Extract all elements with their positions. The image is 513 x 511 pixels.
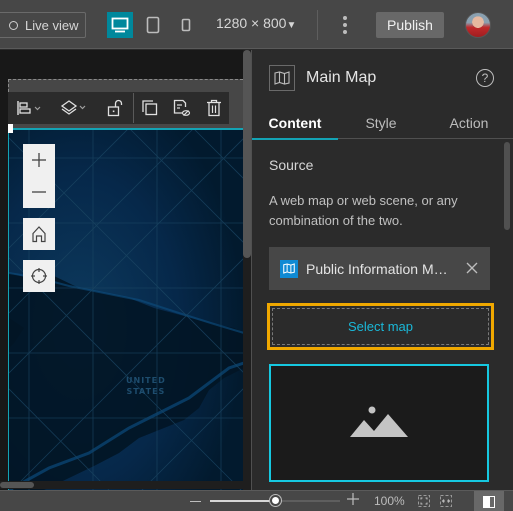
resolution-value: 1280 × 800 [216, 15, 287, 31]
detach-icon [174, 99, 191, 116]
layer-order-button[interactable] [51, 92, 97, 124]
panel-title: Main Map [306, 69, 377, 86]
map-thumbnail-placeholder [269, 364, 489, 482]
plus-icon [347, 493, 359, 505]
user-avatar[interactable] [465, 12, 491, 38]
bottom-bar: 100% [0, 490, 513, 511]
divider [317, 10, 318, 40]
toggle-panel-button[interactable] [474, 491, 504, 511]
tab-style[interactable]: Style [338, 107, 424, 139]
scrollbar-thumb[interactable] [243, 50, 251, 258]
map-zoom-in-button[interactable] [23, 144, 55, 176]
source-section-title: Source [269, 157, 314, 173]
fit-to-screen-button[interactable] [418, 494, 430, 507]
canvas-area: UNITED STATES [0, 50, 251, 490]
zoom-slider[interactable] [210, 495, 340, 507]
minus-icon [32, 191, 46, 193]
align-icon [17, 101, 41, 115]
map-label-line: STATES [126, 387, 166, 396]
source-description: A web map or web scene, or any combinati… [269, 193, 458, 228]
device-desktop-button[interactable] [107, 12, 133, 38]
lock-button[interactable] [97, 92, 133, 124]
remove-source-button[interactable] [464, 260, 480, 276]
trash-icon [206, 99, 221, 117]
help-icon[interactable]: ? [476, 69, 494, 87]
resolution-dropdown[interactable]: 1280 × 800▼ [216, 15, 296, 31]
panel-tabs: Content Style Action [252, 107, 513, 140]
map-home-button[interactable] [23, 218, 55, 250]
canvas-horizontal-scrollbar[interactable] [0, 481, 243, 489]
dot [343, 30, 347, 34]
settings-panel: Main Map ? Content Style Action Source A… [251, 50, 513, 490]
panel-scrollbar[interactable] [504, 142, 510, 230]
widget-type-icon [269, 65, 295, 91]
minus-icon [189, 500, 201, 502]
map-label-line: UNITED [126, 376, 166, 385]
fit-width-button[interactable] [440, 494, 452, 507]
tablet-icon [146, 16, 160, 34]
map-label-united-states: UNITED STATES [126, 375, 166, 397]
map-icon [274, 71, 290, 85]
align-button[interactable] [8, 92, 51, 124]
tab-content[interactable]: Content [252, 107, 338, 140]
device-phone-button[interactable] [173, 12, 199, 38]
selection-outline [8, 128, 243, 130]
slider-knob[interactable] [270, 495, 281, 506]
fit-screen-icon [418, 495, 430, 507]
zoom-in-button[interactable] [346, 493, 360, 509]
home-icon [32, 226, 46, 243]
tab-action[interactable]: Action [424, 107, 513, 139]
duplicate-icon [142, 100, 158, 116]
map-locate-button[interactable] [23, 260, 55, 292]
panel-header: Main Map ? [252, 50, 513, 105]
radio-circle-icon [9, 20, 18, 30]
caret-down-icon: ▼ [286, 20, 297, 31]
map-zoom-out-button[interactable] [23, 176, 55, 208]
resize-handle[interactable] [8, 123, 13, 133]
locate-crosshair-icon [31, 268, 47, 284]
layers-icon [60, 100, 86, 115]
selected-source-item[interactable]: Public Information M… [269, 247, 490, 290]
device-tablet-button[interactable] [140, 12, 166, 38]
unlock-icon [107, 99, 122, 117]
top-bar: Live view 1280 × 800▼ Publish [0, 0, 513, 49]
plus-icon [32, 153, 46, 167]
delete-button[interactable] [199, 92, 229, 124]
live-view-toggle[interactable]: Live view [0, 12, 86, 38]
duplicate-button[interactable] [134, 92, 166, 124]
source-item-name: Public Information M… [306, 260, 448, 277]
panel-layout-icon [483, 495, 495, 508]
fit-width-icon [440, 495, 452, 507]
publish-button[interactable]: Publish [376, 12, 444, 38]
dot [343, 23, 347, 27]
desktop-icon [111, 17, 129, 33]
scrollbar-thumb[interactable] [0, 482, 34, 488]
select-map-label: Select map [347, 319, 414, 334]
dot [343, 16, 347, 20]
widget-toolbar [8, 92, 229, 124]
close-icon [466, 262, 478, 274]
slider-fill [210, 500, 275, 502]
detach-data-button[interactable] [166, 92, 198, 124]
zoom-out-button[interactable] [188, 493, 202, 509]
select-map-button[interactable]: Select map [267, 303, 494, 350]
zoom-percent: 100% [374, 494, 405, 508]
image-placeholder-icon [350, 406, 408, 437]
canvas-vertical-scrollbar[interactable] [243, 50, 251, 490]
phone-icon [181, 18, 191, 32]
more-options-button[interactable] [336, 13, 354, 37]
live-view-label: Live view [25, 17, 79, 33]
webmap-icon [280, 259, 298, 278]
